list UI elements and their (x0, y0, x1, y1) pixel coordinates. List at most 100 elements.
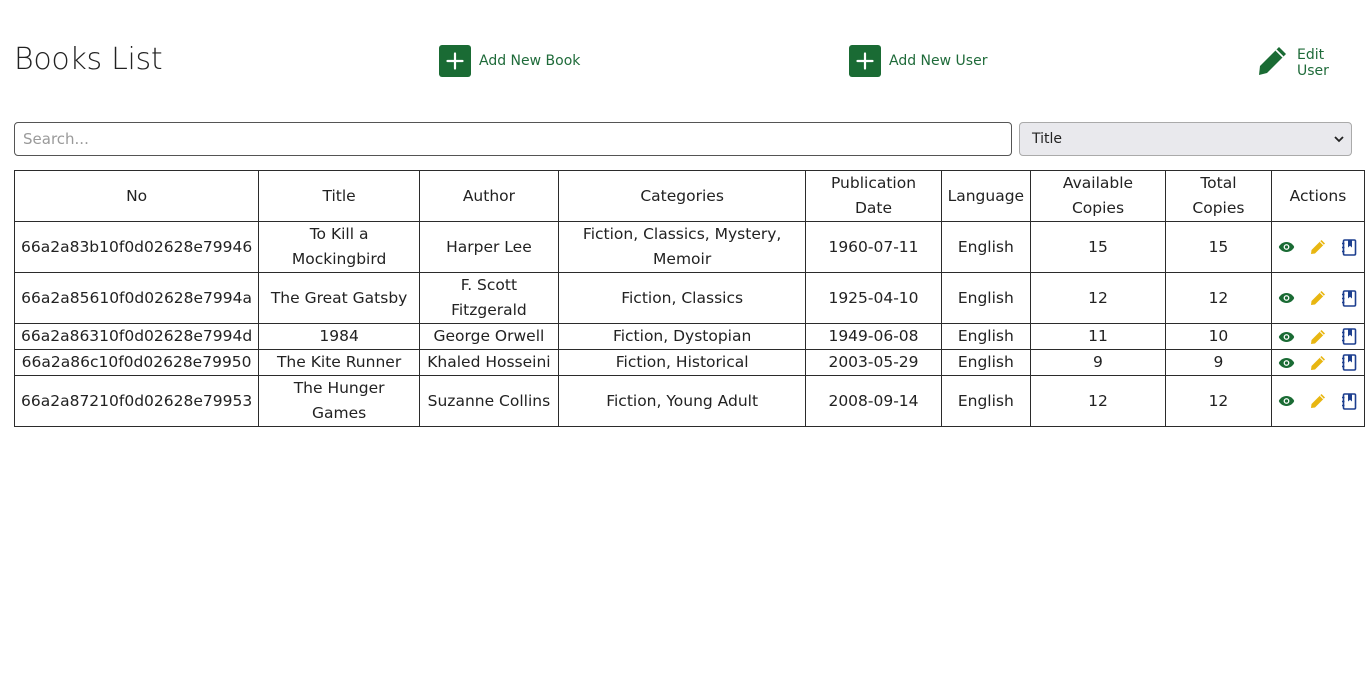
table-row: 66a2a87210f0d02628e79953 The Hunger Game… (13, 375, 1365, 427)
cell-publication-date: 1925-04-10 (805, 272, 942, 324)
edit-book-button[interactable] (1309, 238, 1327, 256)
cell-publication-date: 2003-05-29 (805, 349, 942, 376)
table-row: 66a2a86310f0d02628e7994d 1984 George Orw… (13, 323, 1365, 350)
pencil-icon (1310, 394, 1325, 408)
column-header-no[interactable]: No (13, 170, 260, 222)
cell-language: English (940, 349, 1032, 376)
book-issue-icon (1341, 328, 1357, 345)
cell-actions (1270, 221, 1365, 273)
cell-author: F. Scott Fitzgerald (418, 272, 559, 324)
book-issue-icon (1341, 238, 1357, 256)
page-title: Books List (14, 42, 163, 77)
cell-id: 66a2a87210f0d02628e79953 (13, 375, 260, 427)
cell-id: 66a2a85610f0d02628e7994a (13, 272, 260, 324)
cell-publication-date: 1960-07-11 (805, 221, 942, 273)
table-header-row: No Title Author Categories Publication D… (13, 170, 1365, 222)
edit-book-button[interactable] (1309, 328, 1327, 346)
cell-total-copies: 10 (1164, 323, 1272, 350)
cell-author: Khaled Hosseini (418, 349, 559, 376)
cell-total-copies: 9 (1164, 349, 1272, 376)
pencil-icon (1310, 291, 1325, 305)
issue-book-button[interactable] (1340, 289, 1358, 307)
cell-title: The Kite Runner (258, 349, 420, 376)
table-row: 66a2a86c10f0d02628e79950 The Kite Runner… (13, 349, 1365, 376)
edit-book-button[interactable] (1309, 354, 1327, 372)
issue-book-button[interactable] (1340, 354, 1358, 372)
plus-icon (849, 45, 881, 77)
view-book-button[interactable] (1278, 238, 1296, 256)
column-header-title[interactable]: Title (258, 170, 420, 222)
plus-icon (439, 45, 471, 77)
cell-id: 66a2a86c10f0d02628e79950 (13, 349, 260, 376)
page-header: Books List Add New Book Add New User Edi… (14, 38, 1352, 84)
chevron-down-icon (1333, 133, 1347, 145)
cell-title: The Hunger Games (258, 375, 420, 427)
table-body: 66a2a83b10f0d02628e79946 To Kill a Mocki… (13, 221, 1365, 427)
cell-categories: Fiction, Classics, Mystery, Memoir (557, 221, 807, 273)
cell-id: 66a2a83b10f0d02628e79946 (13, 221, 260, 273)
column-header-categories[interactable]: Categories (557, 170, 807, 222)
issue-book-button[interactable] (1340, 328, 1358, 346)
cell-available-copies: 9 (1030, 349, 1166, 376)
cell-language: English (940, 375, 1032, 427)
view-book-button[interactable] (1278, 354, 1296, 372)
pencil-icon (1255, 44, 1289, 82)
eye-icon (1279, 242, 1295, 252)
cell-actions (1270, 375, 1365, 427)
issue-book-button[interactable] (1340, 238, 1358, 256)
cell-total-copies: 12 (1164, 272, 1272, 324)
issue-book-button[interactable] (1340, 392, 1358, 410)
edit-book-button[interactable] (1309, 392, 1327, 410)
cell-categories: Fiction, Classics (557, 272, 807, 324)
view-book-button[interactable] (1278, 289, 1296, 307)
column-header-available-copies[interactable]: Available Copies (1030, 170, 1166, 222)
edit-user-label: Edit User (1297, 47, 1329, 79)
cell-language: English (940, 272, 1032, 324)
column-header-language[interactable]: Language (940, 170, 1032, 222)
books-table-container: No Title Author Categories Publication D… (13, 170, 1365, 427)
cell-title: The Great Gatsby (258, 272, 420, 324)
books-table: No Title Author Categories Publication D… (13, 170, 1365, 427)
table-row: 66a2a83b10f0d02628e79946 To Kill a Mocki… (13, 221, 1365, 273)
cell-total-copies: 12 (1164, 375, 1272, 427)
edit-user-button[interactable]: Edit User (1255, 44, 1352, 82)
column-header-total-copies[interactable]: Total Copies (1164, 170, 1272, 222)
cell-author: Harper Lee (418, 221, 559, 273)
eye-icon (1279, 357, 1295, 368)
column-header-author[interactable]: Author (418, 170, 559, 222)
eye-icon (1279, 331, 1295, 342)
cell-author: Suzanne Collins (418, 375, 559, 427)
cell-publication-date: 1949-06-08 (805, 323, 942, 350)
cell-author: George Orwell (418, 323, 559, 350)
cell-categories: Fiction, Young Adult (557, 375, 807, 427)
search-filter-value: Title (1032, 131, 1063, 147)
add-new-user-label: Add New User (889, 53, 988, 69)
add-new-user-button[interactable]: Add New User (849, 45, 987, 77)
view-book-button[interactable] (1278, 392, 1296, 410)
column-header-actions: Actions (1270, 170, 1365, 222)
cell-available-copies: 12 (1030, 272, 1166, 324)
cell-available-copies: 15 (1030, 221, 1166, 273)
search-filter-select[interactable]: Title (1019, 122, 1352, 156)
add-new-book-button[interactable]: Add New Book (439, 45, 580, 77)
search-input[interactable] (14, 122, 1012, 156)
view-book-button[interactable] (1278, 328, 1296, 346)
edit-book-button[interactable] (1309, 289, 1327, 307)
book-issue-icon (1341, 392, 1357, 410)
cell-actions (1270, 349, 1365, 376)
pencil-icon (1310, 329, 1325, 344)
cell-publication-date: 2008-09-14 (805, 375, 942, 427)
cell-total-copies: 15 (1164, 221, 1272, 273)
cell-categories: Fiction, Dystopian (557, 323, 807, 350)
pencil-icon (1310, 355, 1325, 370)
column-header-publication-date[interactable]: Publication Date (805, 170, 942, 222)
pencil-icon (1310, 240, 1325, 254)
cell-available-copies: 11 (1030, 323, 1166, 350)
cell-id: 66a2a86310f0d02628e7994d (13, 323, 260, 350)
cell-language: English (940, 323, 1032, 350)
cell-available-copies: 12 (1030, 375, 1166, 427)
eye-icon (1279, 396, 1295, 406)
book-issue-icon (1341, 289, 1357, 307)
book-issue-icon (1341, 354, 1357, 371)
eye-icon (1279, 293, 1295, 303)
